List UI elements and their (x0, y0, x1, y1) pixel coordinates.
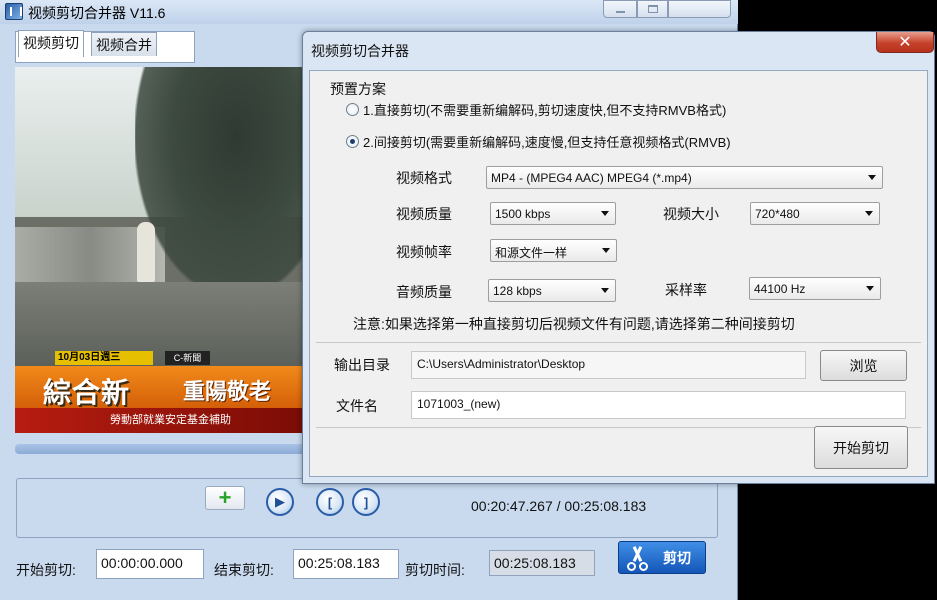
end-cut-input[interactable]: 00:25:08.183 (293, 549, 399, 579)
divider (316, 342, 921, 343)
preset-group: 预置方案 1.直接剪切(不需要重新编解码,剪切速度快,但不支持RMVB格式) 2… (318, 76, 918, 332)
filename-label: 文件名 (336, 398, 378, 414)
output-dir-field[interactable]: C:\Users\Administrator\Desktop (411, 351, 806, 379)
mark-out-icon: ] (363, 494, 369, 510)
video-quality-value: 1500 kbps (495, 207, 551, 221)
sample-rate-label: 采样率 (665, 282, 707, 298)
cut-button-label: 剪切 (663, 549, 691, 566)
browse-button[interactable]: 浏览 (820, 350, 907, 381)
radio-direct-cut-label: 1.直接剪切(不需要重新编解码,剪切速度快,但不支持RMVB格式) (363, 103, 727, 118)
radio-direct-cut[interactable]: 1.直接剪切(不需要重新编解码,剪切速度快,但不支持RMVB格式) (346, 100, 726, 119)
audio-quality-value: 128 kbps (493, 284, 542, 298)
cut-duration-value: 00:25:08.183 (489, 550, 595, 576)
play-button[interactable]: ▶ (266, 488, 294, 516)
maximize-button[interactable] (637, 0, 668, 18)
video-quality-label: 视频质量 (396, 206, 452, 222)
radio-button-icon[interactable] (346, 103, 359, 116)
start-cut-button[interactable]: 开始剪切 (814, 426, 908, 469)
chevron-down-icon (602, 248, 610, 253)
cut-duration-label: 剪切时间: (405, 562, 465, 578)
video-format-select[interactable]: MP4 - (MPEG4 AAC) MPEG4 (*.mp4) (486, 166, 883, 189)
end-cut-label: 结束剪切: (214, 562, 274, 578)
video-news-logo: 綜合新 (43, 377, 131, 408)
start-cut-label: 开始剪切: (16, 562, 76, 578)
chevron-down-icon (866, 286, 874, 291)
minimize-icon (615, 10, 625, 13)
time-display: 00:20:47.267 / 00:25:08.183 (471, 498, 647, 514)
tab-video-merge[interactable]: 视频合并 (91, 32, 157, 56)
mark-out-button[interactable]: ] (352, 488, 380, 516)
tab-video-cut[interactable]: 视频剪切 (18, 30, 84, 57)
sample-rate-value: 44100 Hz (754, 282, 806, 296)
chevron-down-icon (868, 175, 876, 180)
cut-button[interactable]: 剪切 (618, 541, 706, 574)
main-title-bar: 视频剪切合并器 V11.6 (0, 0, 738, 24)
video-channel-label: C-新聞 (165, 351, 210, 365)
chevron-down-icon (601, 288, 609, 293)
radio-button-selected-icon[interactable] (346, 135, 359, 148)
audio-quality-select[interactable]: 128 kbps (488, 279, 616, 302)
close-icon: ✕ (898, 34, 912, 51)
tab-strip: 视频剪切 视频合并 (15, 30, 195, 63)
add-segment-button[interactable]: + (205, 486, 245, 510)
chevron-down-icon (865, 211, 873, 216)
radio-indirect-cut[interactable]: 2.间接剪切(需要重新编解码,速度慢,但支持任意视频格式(RMVB) (346, 132, 731, 151)
video-size-label: 视频大小 (663, 206, 719, 222)
plus-icon: + (218, 485, 232, 510)
audio-quality-label: 音频质量 (396, 284, 452, 300)
mark-in-icon: [ (327, 494, 333, 510)
app-icon (5, 3, 23, 20)
cut-settings-dialog: 视频剪切合并器 ✕ 预置方案 1.直接剪切(不需要重新编解码,剪切速度快,但不支… (302, 31, 935, 484)
main-window-title: 视频剪切合并器 V11.6 (28, 5, 166, 21)
preset-label: 预置方案 (330, 81, 386, 97)
output-dir-label: 输出目录 (334, 357, 390, 373)
frame-rate-select[interactable]: 和源文件一样 (490, 239, 617, 262)
filename-field[interactable]: 1071003_(new) (411, 391, 906, 419)
play-icon: ▶ (275, 494, 285, 509)
video-format-value: MP4 - (MPEG4 AAC) MPEG4 (*.mp4) (491, 171, 692, 185)
video-headline: 重陽敬老 (183, 379, 272, 404)
sample-rate-select[interactable]: 44100 Hz (749, 277, 881, 300)
video-news-banner: 10月03日週三 C-新聞 綜合新 重陽敬老 勞動部就業安定基金補助 (15, 349, 303, 433)
mark-in-button[interactable]: [ (316, 488, 344, 516)
dialog-body: 预置方案 1.直接剪切(不需要重新编解码,剪切速度快,但不支持RMVB格式) 2… (309, 70, 928, 477)
cut-mode-note: 注意:如果选择第一种直接剪切后视频文件有问题,请选择第二种间接剪切 (353, 316, 795, 332)
video-date-label: 10月03日週三 (55, 351, 153, 365)
video-size-select[interactable]: 720*480 (750, 202, 880, 225)
minimize-button[interactable] (603, 0, 637, 18)
scissors-icon (625, 545, 651, 571)
video-preview: 10月03日週三 C-新聞 綜合新 重陽敬老 勞動部就業安定基金補助 (15, 67, 303, 433)
video-size-value: 720*480 (755, 207, 800, 221)
frame-rate-value: 和源文件一样 (495, 246, 568, 260)
seek-bar[interactable] (15, 444, 305, 454)
dialog-title: 视频剪切合并器 (311, 43, 409, 59)
video-format-label: 视频格式 (396, 170, 452, 186)
video-ticker: 勞動部就業安定基金補助 (15, 408, 303, 433)
start-cut-input[interactable]: 00:00:00.000 (96, 549, 204, 579)
video-quality-select[interactable]: 1500 kbps (490, 202, 616, 225)
dialog-close-button[interactable]: ✕ (876, 32, 934, 53)
maximize-icon (647, 5, 658, 13)
frame-rate-label: 视频帧率 (396, 244, 452, 260)
radio-indirect-cut-label: 2.间接剪切(需要重新编解码,速度慢,但支持任意视频格式(RMVB) (363, 135, 731, 150)
chevron-down-icon (601, 211, 609, 216)
close-button-main[interactable] (668, 0, 731, 18)
